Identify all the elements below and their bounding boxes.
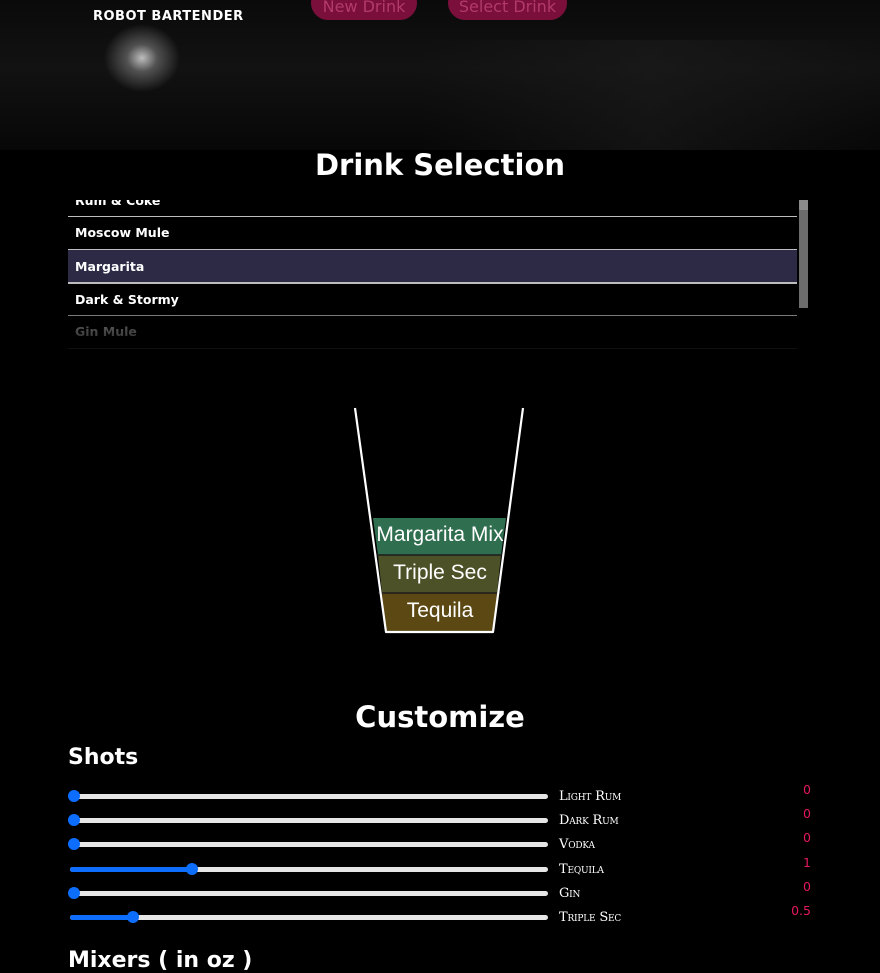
vodka-slider-thumb[interactable] (68, 838, 80, 850)
triple-sec-slider[interactable] (70, 915, 548, 920)
tequila-value: 1 (803, 855, 811, 870)
mixers-title: Mixers ( in oz ) (68, 948, 253, 973)
vodka-label: Vodka (559, 837, 595, 852)
tequila-slider-fill (70, 867, 192, 872)
drink-item-dark-and-stormy[interactable]: Dark & Stormy (68, 283, 797, 315)
list-scroll-thumb[interactable] (799, 210, 808, 308)
slider-row-light-rum: Light Rum 0 (68, 782, 813, 807)
drink-item-label: Dark & Stormy (75, 292, 179, 307)
dark-rum-slider[interactable] (70, 818, 548, 823)
drink-selection-title: Drink Selection (314, 148, 566, 182)
slider-row-vodka: Vodka 0 (68, 830, 813, 855)
shots-title: Shots (68, 745, 139, 770)
tequila-slider-thumb[interactable] (186, 863, 198, 875)
tequila-label: Tequila (559, 862, 604, 877)
light-rum-value: 0 (803, 782, 811, 797)
drink-item-label: Moscow Mule (75, 225, 170, 240)
list-scrollbar[interactable] (797, 200, 810, 358)
gin-value: 0 (803, 879, 811, 894)
dark-rum-value: 0 (803, 806, 811, 821)
drink-item-label: Gin Mule (75, 324, 137, 339)
scroll-up-arrow-icon[interactable] (799, 200, 808, 210)
drink-item-partial[interactable] (68, 348, 797, 358)
hero-texture (420, 40, 880, 150)
customize-title: Customize (355, 700, 525, 734)
select-drink-button[interactable]: Select Drink (448, 0, 567, 20)
triple-sec-slider-thumb[interactable] (127, 911, 139, 923)
dark-rum-label: Dark Rum (559, 813, 619, 828)
gin-slider-thumb[interactable] (68, 887, 80, 899)
vodka-slider[interactable] (70, 842, 548, 847)
triple-sec-slider-fill (70, 915, 133, 920)
drink-item-label: Rum & Coke (75, 200, 161, 208)
drink-item-rum-and-coke[interactable]: Rum & Coke (68, 200, 797, 216)
drink-glass: Margarita Mix Triple Sec Tequila (340, 400, 540, 645)
light-rum-slider[interactable] (70, 794, 548, 799)
light-rum-label: Light Rum (559, 789, 622, 804)
layer-label-margarita-mix: Margarita Mix (376, 523, 504, 546)
slider-row-gin: Gin 0 (68, 879, 813, 904)
slider-row-dark-rum: Dark Rum 0 (68, 806, 813, 831)
gin-slider[interactable] (70, 891, 548, 896)
drink-list[interactable]: Rum & Coke Moscow Mule Margarita Dark & … (68, 200, 810, 358)
drink-item-label: Margarita (75, 258, 145, 274)
triple-sec-label: Triple Sec (559, 910, 622, 925)
layer-label-triple-sec: Triple Sec (393, 561, 487, 584)
gin-label: Gin (559, 886, 581, 901)
drink-item-margarita[interactable]: Margarita (68, 249, 797, 283)
light-rum-slider-thumb[interactable] (68, 790, 80, 802)
tequila-slider[interactable] (70, 867, 548, 872)
drink-item-moscow-mule[interactable]: Moscow Mule (68, 216, 797, 248)
vodka-value: 0 (803, 830, 811, 845)
layer-label-tequila: Tequila (406, 599, 474, 622)
slider-row-triple-sec: Triple Sec 0.5 (68, 903, 813, 928)
brand-title[interactable]: ROBOT BARTENDER (93, 9, 244, 24)
drink-item-gin-mule[interactable]: Gin Mule (68, 315, 797, 347)
dark-rum-slider-thumb[interactable] (68, 814, 80, 826)
slider-row-tequila: Tequila 1 (68, 855, 813, 880)
new-drink-button[interactable]: New Drink (311, 0, 417, 20)
triple-sec-value: 0.5 (791, 903, 811, 918)
